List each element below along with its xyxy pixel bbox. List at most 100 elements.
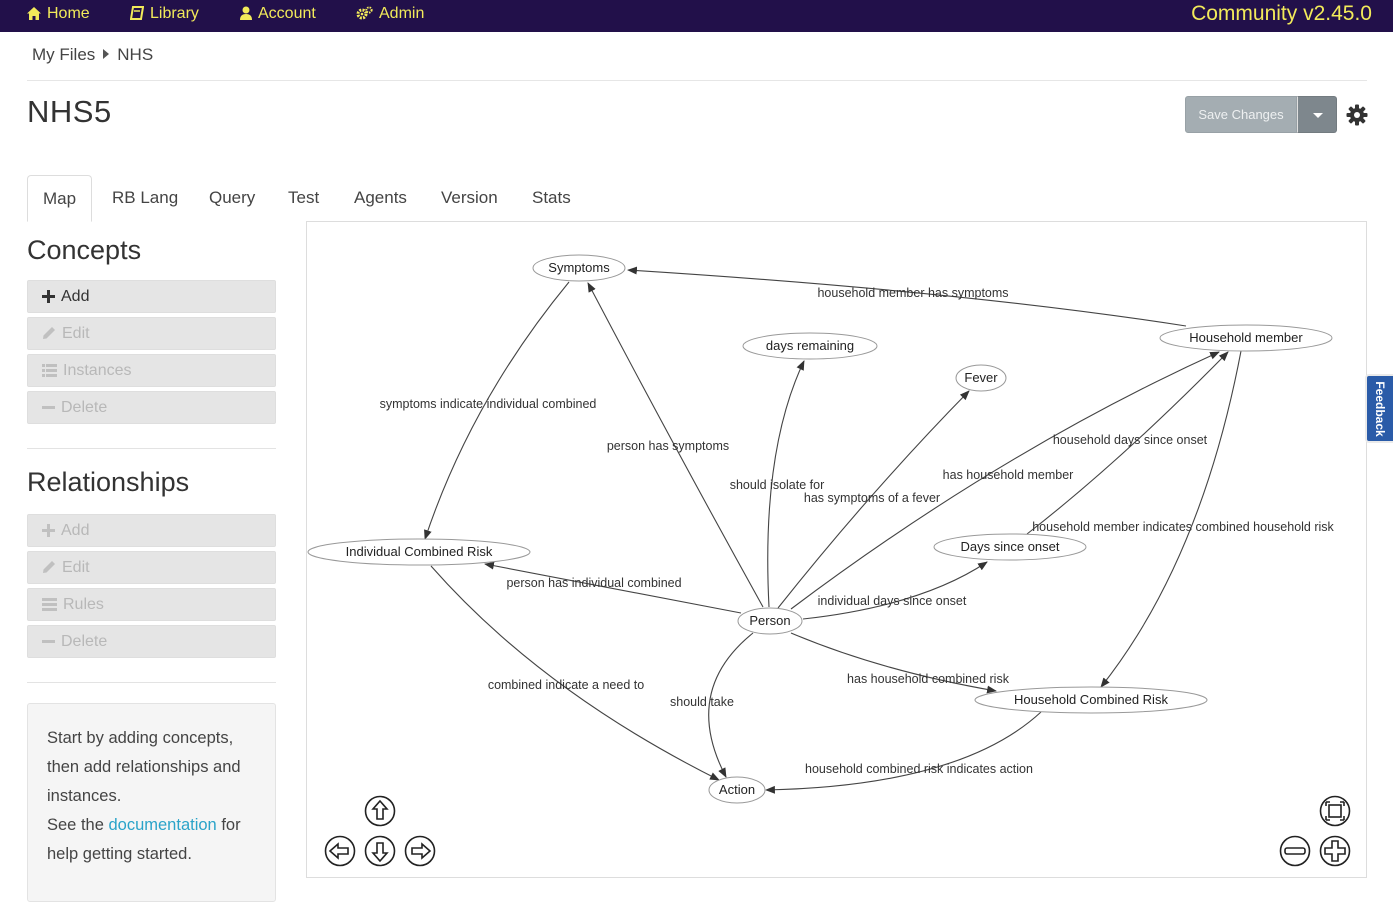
- breadcrumb: My Files NHS: [32, 44, 153, 65]
- zoom-in-button[interactable]: [1319, 835, 1351, 867]
- node-household-member[interactable]: Household member: [1159, 324, 1333, 352]
- node-symptoms[interactable]: Symptoms: [532, 254, 626, 282]
- relationship-add-label: Add: [61, 522, 90, 539]
- feedback-tab[interactable]: Feedback: [1365, 374, 1393, 443]
- concept-add-button[interactable]: Add: [27, 280, 276, 313]
- edge-label-has-symptoms-of-a-fever: has symptoms of a fever: [804, 491, 940, 505]
- edge-label-person-has-individual-combined: person has individual combined: [506, 576, 681, 590]
- relationship-delete-label: Delete: [61, 633, 108, 650]
- concept-instances-label: Instances: [63, 362, 132, 379]
- list-icon: [42, 364, 57, 377]
- gear-icon[interactable]: [1346, 104, 1368, 126]
- relationship-rules-label: Rules: [63, 596, 104, 613]
- pan-left-button[interactable]: [324, 835, 356, 867]
- save-button-group: Save Changes: [1185, 96, 1337, 133]
- zoom-out-button[interactable]: [1279, 835, 1311, 867]
- pencil-icon: [43, 561, 55, 573]
- relationship-add-button[interactable]: Add: [27, 514, 276, 547]
- edge-label-has-household-combined-risk: has household combined risk: [847, 672, 1010, 686]
- page-title: NHS5: [27, 94, 112, 129]
- pan-down-button[interactable]: [364, 835, 396, 867]
- minus-icon: [1284, 847, 1306, 855]
- tab-stats[interactable]: Stats: [532, 175, 571, 222]
- edge-label-has-household-member: has household member: [943, 468, 1074, 482]
- edge-label-combined-indicate-a-need-to: combined indicate a need to: [488, 678, 644, 692]
- concept-graph[interactable]: household member has symptoms symptoms i…: [307, 222, 1366, 877]
- tab-version[interactable]: Version: [441, 175, 498, 222]
- concept-edit-label: Edit: [62, 325, 90, 342]
- tab-agents[interactable]: Agents: [354, 175, 407, 222]
- brand-version: Community v2.45.0: [1191, 2, 1372, 25]
- rules-icon: [42, 598, 57, 611]
- node-fever-label: Fever: [964, 370, 998, 385]
- nav-library-link[interactable]: Library: [129, 0, 199, 32]
- breadcrumb-my-files[interactable]: My Files: [32, 45, 95, 64]
- edge-household-member-indicates-combined-household-risk[interactable]: [1100, 350, 1242, 688]
- save-changes-button[interactable]: Save Changes: [1185, 96, 1297, 133]
- concept-map-canvas[interactable]: household member has symptoms symptoms i…: [306, 221, 1367, 878]
- node-individual-combined-risk[interactable]: Individual Combined Risk: [307, 538, 531, 566]
- concept-instances-button[interactable]: Instances: [27, 354, 276, 387]
- plus-icon: [42, 290, 55, 303]
- edge-label-person-has-symptoms: person has symptoms: [607, 439, 729, 453]
- nav-library-label: Library: [150, 5, 199, 22]
- edge-label-household-combined-risk-indicates-action: household combined risk indicates action: [805, 762, 1033, 776]
- concept-add-label: Add: [61, 288, 90, 305]
- edge-label-individual-days-since-onset: individual days since onset: [818, 594, 967, 608]
- breadcrumb-current[interactable]: NHS: [117, 45, 153, 64]
- node-action[interactable]: Action: [708, 776, 766, 804]
- help-intro-text: Start by adding concepts, then add relat…: [47, 729, 241, 805]
- node-days-remaining-label: days remaining: [766, 338, 854, 353]
- nav-account-link[interactable]: Account: [240, 0, 316, 32]
- help-box: Start by adding concepts, then add relat…: [27, 703, 276, 902]
- relationship-edit-button[interactable]: Edit: [27, 551, 276, 584]
- pan-right-button[interactable]: [404, 835, 436, 867]
- top-navbar: Home Library Account Admin Community v2.…: [0, 0, 1393, 32]
- nav-admin-link[interactable]: Admin: [356, 0, 424, 32]
- pencil-icon: [43, 327, 55, 339]
- node-household-combined-risk[interactable]: Household Combined Risk: [974, 686, 1208, 714]
- node-person-label: Person: [749, 613, 790, 628]
- minus-icon: [42, 640, 55, 643]
- tab-map[interactable]: Map: [27, 175, 93, 222]
- relationship-delete-button[interactable]: Delete: [27, 625, 276, 658]
- node-days-since-onset[interactable]: Days since onset: [933, 533, 1087, 561]
- user-icon: [240, 6, 252, 20]
- edge-label-should-take: should take: [670, 695, 734, 709]
- node-person[interactable]: Person: [737, 607, 803, 635]
- edge-combined-indicate-a-need-to[interactable]: [430, 565, 720, 781]
- caret-right-icon: [103, 44, 110, 64]
- pan-up-button[interactable]: [364, 795, 396, 827]
- nav-home-link[interactable]: Home: [27, 0, 90, 32]
- concept-delete-button[interactable]: Delete: [27, 391, 276, 424]
- tab-query[interactable]: Query: [209, 175, 255, 222]
- documentation-link[interactable]: documentation: [108, 816, 216, 834]
- save-dropdown-toggle[interactable]: [1297, 96, 1337, 133]
- book-icon: [129, 6, 145, 20]
- edge-label-household-days-since-onset: household days since onset: [1053, 433, 1208, 447]
- concept-edit-button[interactable]: Edit: [27, 317, 276, 350]
- edge-label-should-isolate-for: should isolate for: [730, 478, 825, 492]
- node-days-remaining[interactable]: days remaining: [742, 332, 878, 360]
- tab-rb-lang[interactable]: RB Lang: [112, 175, 178, 222]
- cogs-icon: [356, 6, 373, 20]
- node-fever[interactable]: Fever: [955, 364, 1007, 392]
- node-household-member-label: Household member: [1189, 330, 1303, 345]
- node-symptoms-label: Symptoms: [548, 260, 610, 275]
- plus-icon: [42, 524, 55, 537]
- concepts-divider: [27, 448, 276, 449]
- help-see-text: See the: [47, 816, 104, 834]
- fit-to-screen-button[interactable]: [1319, 795, 1351, 827]
- minus-icon: [42, 406, 55, 409]
- edge-household-combined-risk-indicates-action[interactable]: [765, 711, 1042, 794]
- edge-individual-days-since-onset[interactable]: [802, 561, 988, 620]
- edge-label-symptoms-indicate-individual-combined: symptoms indicate individual combined: [380, 397, 597, 411]
- relationships-heading: Relationships: [27, 467, 190, 497]
- edge-label-household-member-has-symptoms: household member has symptoms: [817, 286, 1008, 300]
- relationships-divider: [27, 682, 276, 683]
- home-icon: [27, 7, 41, 20]
- feedback-label: Feedback: [1373, 380, 1387, 437]
- tab-test[interactable]: Test: [288, 175, 319, 222]
- relationship-rules-button[interactable]: Rules: [27, 588, 276, 621]
- concepts-heading: Concepts: [27, 235, 142, 265]
